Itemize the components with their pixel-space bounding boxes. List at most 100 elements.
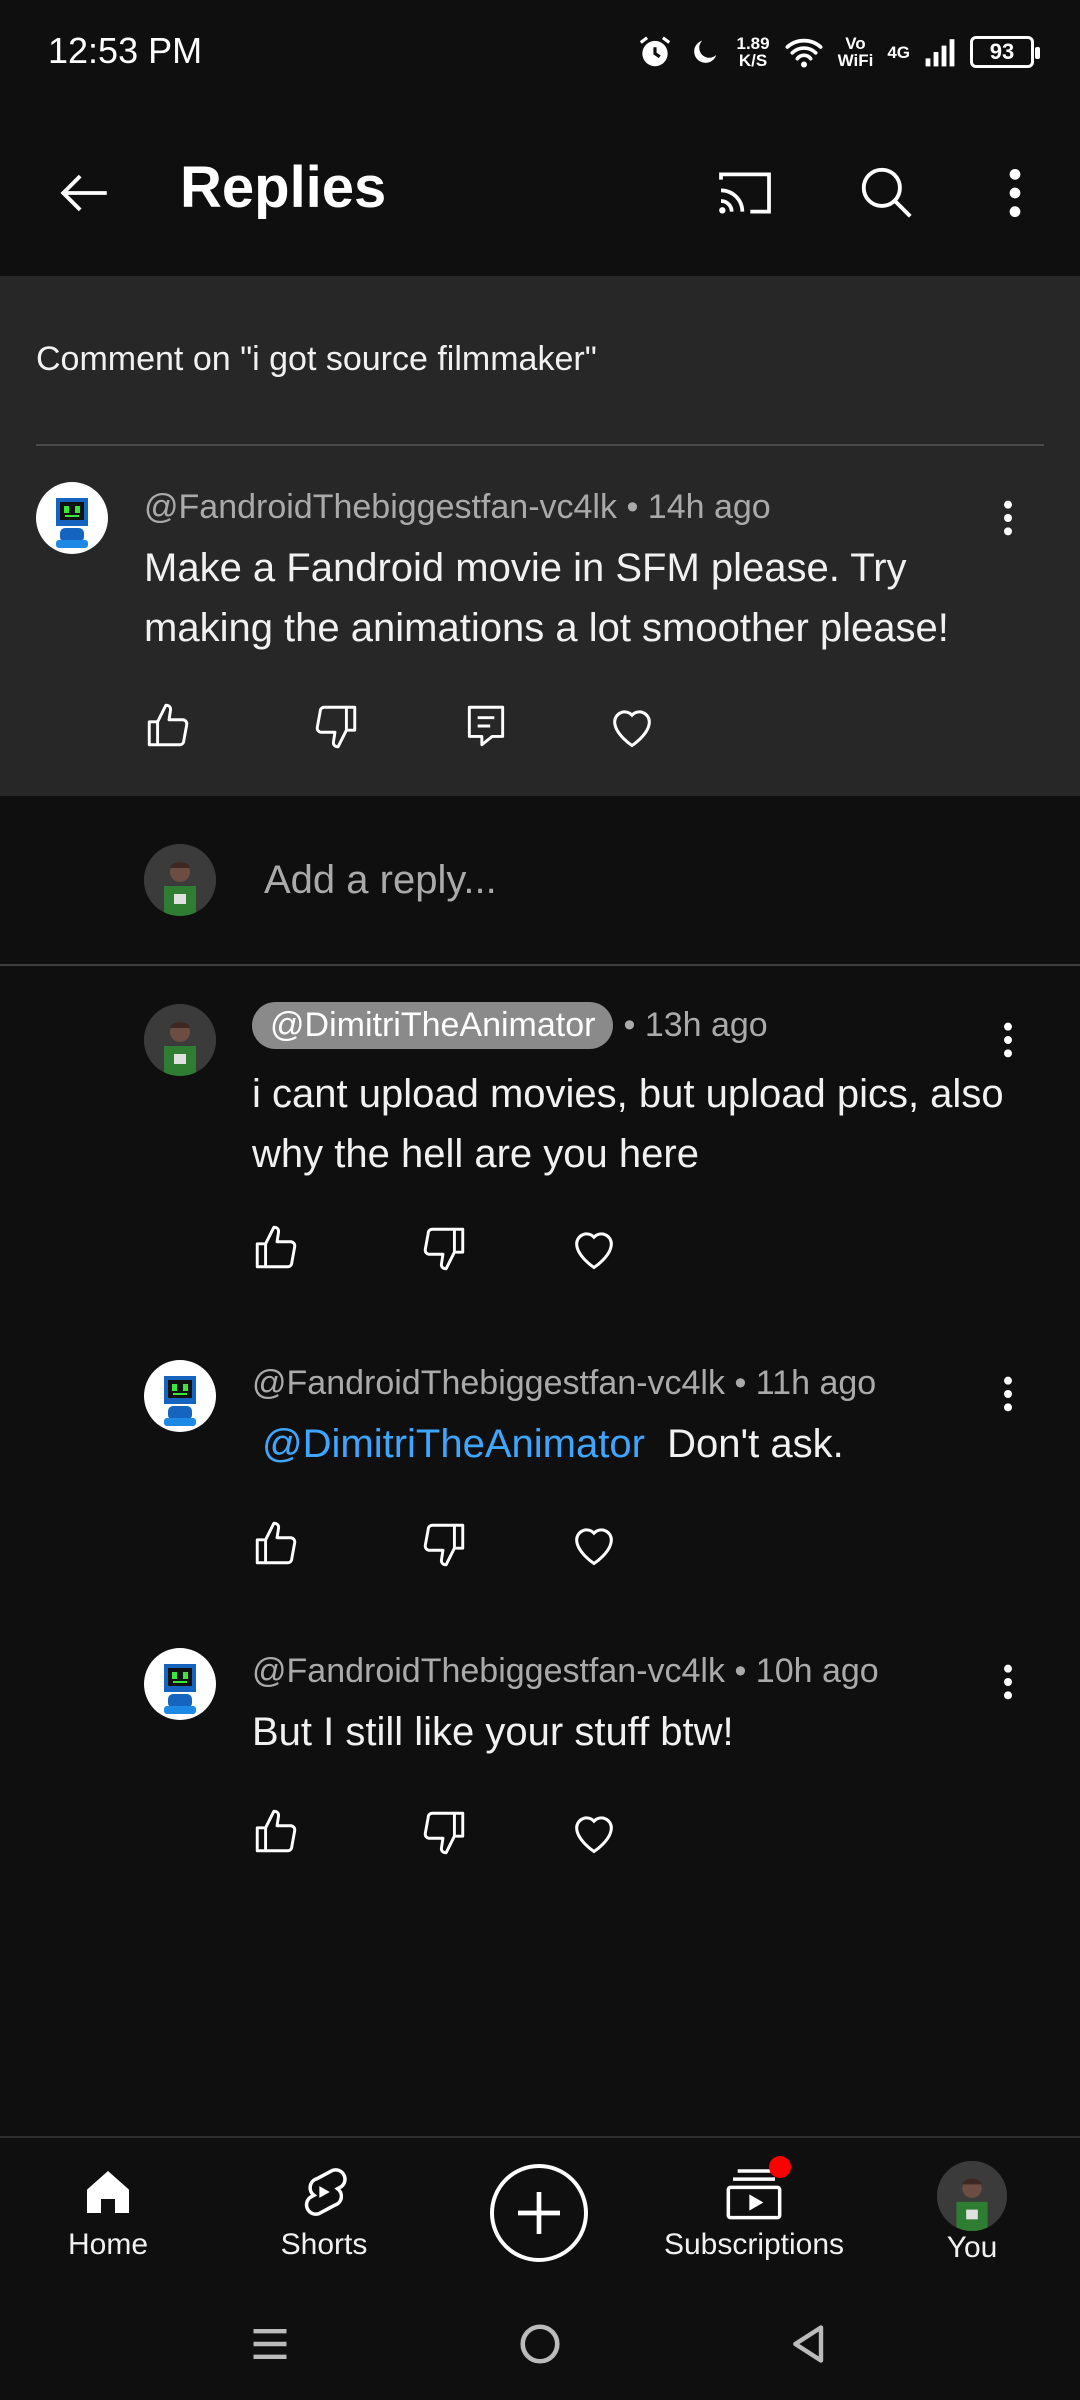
mention-link[interactable]: @DimitriTheAnimator (262, 1422, 645, 1466)
net-speed: 1.89 K/S (736, 34, 770, 70)
thumbs-down-icon (423, 1811, 465, 1855)
comment-time: • 11h ago (734, 1364, 877, 1402)
nav-home[interactable]: Home (40, 2138, 176, 2288)
user-avatar (144, 844, 216, 916)
heart-icon (575, 1232, 613, 1270)
avatar[interactable] (144, 1004, 216, 1076)
comment-text: i cant upload movies, but upload pics, a… (252, 1072, 1004, 1176)
user-avatar-icon (144, 844, 216, 916)
battery-indicator: 93 (970, 36, 1040, 68)
comment-text: @DimitriTheAnimator Don't ask. (262, 1414, 1022, 1474)
comment-text: But I still like your stuff btw! (252, 1710, 734, 1754)
comment-meta: @DimitriTheAnimator • 13h ago (252, 1002, 768, 1049)
thumbs-up-icon (147, 703, 189, 747)
heart-icon (613, 710, 651, 748)
page-title: Replies (180, 155, 387, 220)
robot-avatar-icon (164, 1664, 196, 1714)
heart-button[interactable] (564, 1218, 624, 1278)
like-button[interactable] (246, 1514, 306, 1574)
more-vert-icon (1004, 1664, 1012, 1700)
comment-time: • 10h ago (734, 1652, 879, 1690)
bottom-nav: Home Shorts Subscriptions You (0, 2136, 1080, 2286)
search-icon (861, 167, 912, 218)
you-avatar (937, 2161, 1007, 2231)
dnd-moon-icon (688, 35, 722, 69)
comment-text: Make a Fandroid movie in SFM please. Try… (144, 546, 949, 650)
wifi-icon (784, 35, 824, 69)
back-button[interactable] (40, 148, 130, 238)
status-time: 12:53 PM (48, 30, 203, 71)
comment-meta: @FandroidThebiggestfan-vc4lk • 10h ago (252, 1652, 879, 1691)
home-system-button[interactable] (510, 2314, 570, 2374)
search-button[interactable] (842, 148, 932, 238)
like-button[interactable] (138, 696, 198, 756)
heart-button[interactable] (602, 696, 662, 756)
comment-author[interactable]: @FandroidThebiggestfan-vc4lk (144, 488, 617, 526)
cast-button[interactable] (700, 148, 790, 238)
menu-icon (253, 2328, 287, 2360)
triangle-back-icon (793, 2325, 824, 2363)
status-icons: 1.89 K/S Vo WiFi 4G 93 (636, 30, 1040, 74)
comment-author[interactable]: @FandroidThebiggestfan-vc4lk (252, 1652, 725, 1690)
reply-item: @FandroidThebiggestfan-vc4lk • 11h ago @… (0, 1320, 1080, 1610)
dislike-button[interactable] (414, 1802, 474, 1862)
nav-you-label: You (946, 2231, 998, 2264)
avatar[interactable] (36, 482, 108, 554)
recents-button[interactable] (240, 2314, 300, 2374)
thumbs-up-icon (255, 1225, 297, 1269)
circle-home-icon (520, 2324, 560, 2364)
cast-icon (719, 172, 771, 214)
robot-avatar-icon (164, 1376, 196, 1426)
comment-meta: @FandroidThebiggestfan-vc4lk • 11h ago (252, 1364, 876, 1403)
nav-subscriptions[interactable]: Subscriptions (654, 2138, 854, 2288)
comment-author[interactable]: @DimitriTheAnimator (252, 1002, 614, 1049)
comment-author[interactable]: @FandroidThebiggestfan-vc4lk (252, 1364, 725, 1402)
app-bar: Replies (0, 110, 1080, 276)
more-options-button[interactable] (970, 148, 1060, 238)
add-reply-row: Add a reply... (0, 796, 1080, 964)
thumbs-down-icon (423, 1227, 465, 1271)
robot-avatar-icon (56, 498, 88, 548)
add-reply-input[interactable]: Add a reply... (264, 858, 497, 903)
network-type: 4G (887, 42, 910, 62)
reply-comment-icon (467, 705, 505, 747)
status-bar: 12:53 PM 1.89 K/S Vo WiFi 4G 93 (0, 0, 1080, 110)
signal-icon (924, 36, 956, 68)
more-vert-icon (1004, 1376, 1012, 1412)
dislike-button[interactable] (414, 1514, 474, 1574)
shorts-icon (304, 2168, 347, 2216)
heart-button[interactable] (564, 1514, 624, 1574)
notification-dot (769, 2156, 791, 2178)
nav-you[interactable]: You (904, 2138, 1040, 2288)
back-arrow-icon (60, 174, 107, 212)
reply-button[interactable] (456, 696, 516, 756)
nav-subscriptions-label: Subscriptions (663, 2228, 845, 2261)
comment-more-button[interactable] (978, 1010, 1038, 1070)
heart-icon (575, 1528, 613, 1566)
parent-comment: Comment on "i got source filmmaker" @Fan… (0, 276, 1080, 796)
dislike-button[interactable] (414, 1218, 474, 1278)
system-nav-bar (0, 2286, 1080, 2400)
plus-icon (518, 2192, 560, 2234)
thumbs-down-icon (423, 1523, 465, 1567)
like-button[interactable] (246, 1802, 306, 1862)
user-avatar-icon (937, 2161, 1007, 2231)
nav-shorts[interactable]: Shorts (256, 2138, 392, 2288)
dislike-button[interactable] (306, 696, 366, 756)
back-system-button[interactable] (780, 2314, 840, 2374)
comment-body: Don't ask. (667, 1422, 844, 1466)
heart-button[interactable] (564, 1802, 624, 1862)
heart-icon (575, 1816, 613, 1854)
more-vert-icon (1004, 500, 1012, 536)
more-vert-icon (1004, 1022, 1012, 1058)
like-button[interactable] (246, 1218, 306, 1278)
user-avatar-icon (144, 1004, 216, 1076)
avatar[interactable] (144, 1648, 216, 1720)
home-icon (87, 2171, 129, 2213)
avatar[interactable] (144, 1360, 216, 1432)
reply-item: @FandroidThebiggestfan-vc4lk • 10h ago B… (0, 1610, 1080, 1900)
nav-home-label: Home (67, 2228, 149, 2261)
thumbs-up-icon (255, 1809, 297, 1853)
create-button[interactable] (490, 2164, 588, 2262)
more-vert-icon (1009, 168, 1021, 218)
